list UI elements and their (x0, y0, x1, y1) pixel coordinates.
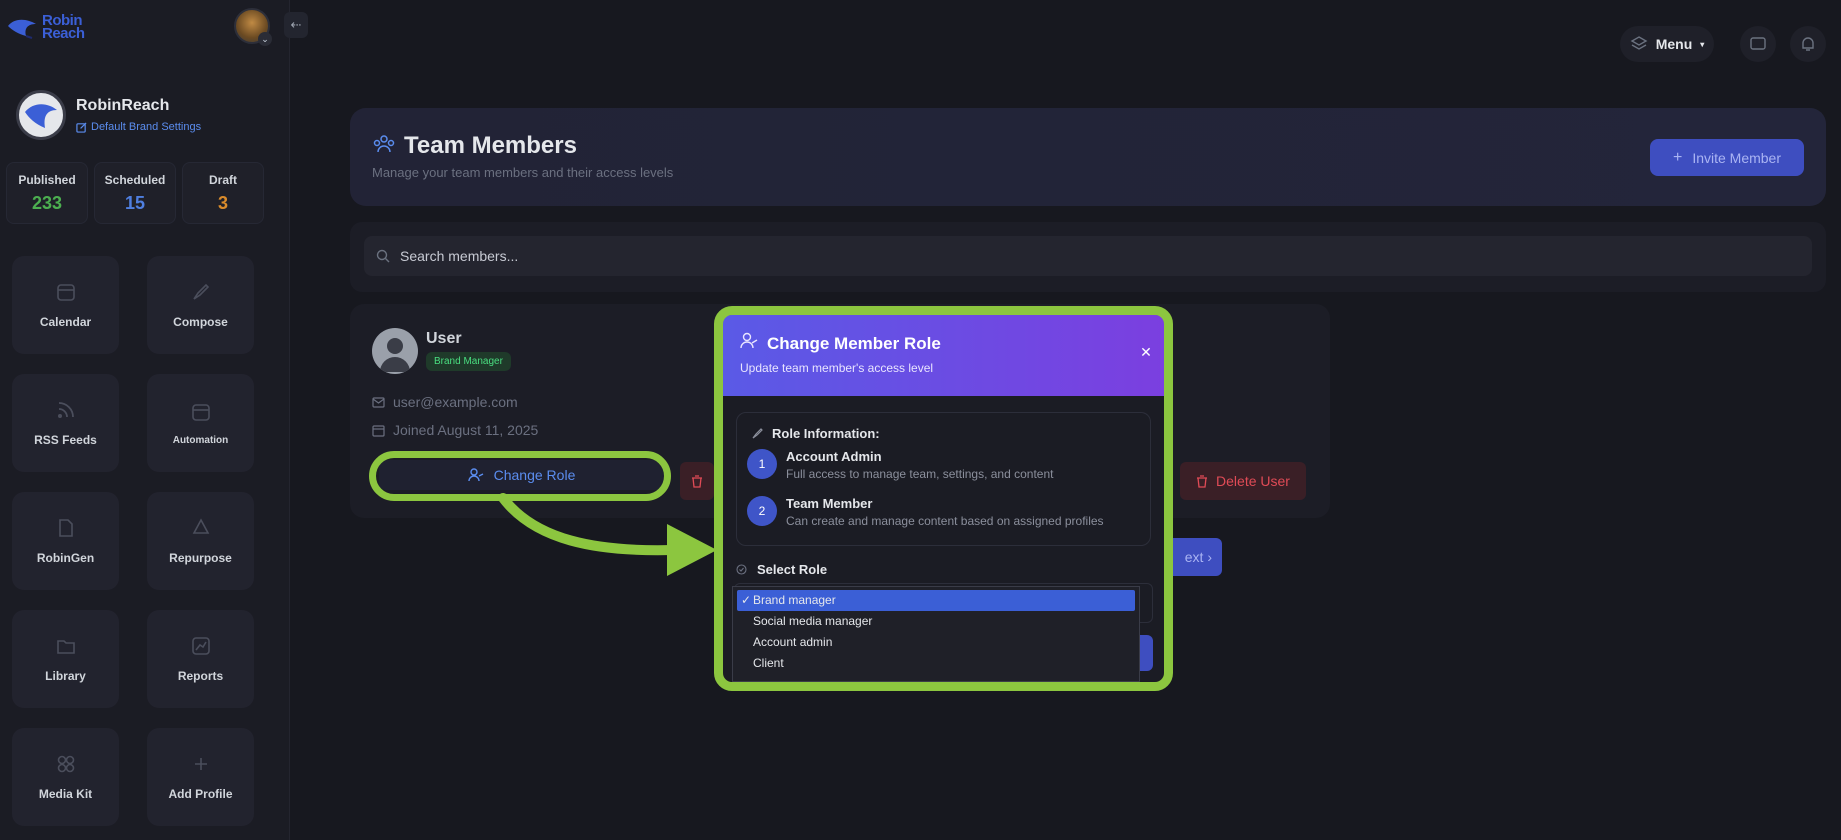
invite-member-button[interactable]: + Invite Member (1650, 139, 1804, 176)
nav-grid: Calendar Compose RSS Feeds Automation Ro… (12, 256, 254, 826)
user-avatar[interactable]: ⌄ (234, 8, 272, 46)
edit-icon (76, 121, 87, 133)
search-section (350, 222, 1826, 292)
caret-down-icon: ▾ (1700, 39, 1705, 49)
next-page-label: ext › (1184, 549, 1212, 565)
user-silhouette-icon (380, 338, 410, 372)
recycle-icon (192, 518, 209, 534)
stat-label: Scheduled (104, 173, 166, 187)
nav-rss-feeds[interactable]: RSS Feeds (12, 374, 119, 472)
message-icon (1750, 37, 1766, 50)
stat-published[interactable]: Published 233 (6, 162, 88, 224)
bell-icon (1802, 37, 1814, 51)
mail-icon (372, 396, 385, 408)
invite-member-label: Invite Member (1692, 149, 1782, 166)
chevron-down-icon: ⌄ (258, 32, 272, 46)
chart-icon (191, 637, 210, 655)
member-joined-row: Joined August 11, 2025 (372, 422, 538, 438)
stat-value: 15 (124, 193, 146, 213)
automation-icon (191, 403, 210, 421)
menu-label: Menu (1655, 36, 1693, 52)
stat-draft[interactable]: Draft 3 (182, 162, 264, 224)
calendar-icon (372, 424, 385, 437)
nav-label: Add Profile (168, 787, 233, 801)
profile-avatar[interactable] (16, 90, 66, 140)
profile-section: RobinReach Default Brand Settings (16, 90, 201, 140)
nav-add-profile[interactable]: Add Profile (147, 728, 254, 826)
stat-value: 233 (31, 193, 63, 213)
tutorial-arrow-icon (498, 493, 717, 576)
member-email-row: user@example.com (372, 394, 518, 410)
robin-logo-icon (25, 104, 57, 128)
nav-compose[interactable]: Compose (147, 256, 254, 354)
nav-label: Compose (173, 315, 228, 329)
stat-value: 3 (217, 193, 228, 213)
trash-icon (692, 474, 702, 488)
plus-icon (194, 758, 207, 770)
profile-name: RobinReach (76, 97, 170, 114)
stat-label: Draft (208, 173, 237, 187)
team-header: Team Members Manage your team members an… (350, 108, 1826, 206)
collapse-sidebar-button[interactable]: ⇠ (284, 12, 308, 38)
stat-scheduled[interactable]: Scheduled 15 (94, 162, 176, 224)
grid-icon (57, 755, 74, 773)
folder-icon (56, 640, 75, 654)
rss-icon (57, 402, 74, 418)
nav-media-kit[interactable]: Media Kit (12, 728, 119, 826)
logo-text: Robin Reach (42, 13, 85, 42)
team-icon (373, 135, 395, 153)
search-input[interactable] (400, 248, 1700, 264)
highlight-modal (714, 306, 1173, 691)
calendar-icon (56, 284, 75, 301)
profile-info: RobinReach Default Brand Settings (76, 97, 201, 133)
nav-label: Repurpose (169, 551, 232, 565)
delete-user-label: Delete User (1216, 473, 1290, 489)
rocket-icon (192, 283, 209, 300)
member-avatar (372, 328, 418, 374)
notifications-button[interactable] (1790, 26, 1826, 62)
logo-line2: Reach (42, 25, 85, 42)
stats-row: Published 233 Scheduled 15 Draft 3 (6, 162, 264, 224)
logo-bird-icon (8, 19, 36, 39)
default-brand-settings-link[interactable]: Default Brand Settings (76, 121, 201, 133)
page-title: Team Members (404, 132, 577, 159)
nav-repurpose[interactable]: Repurpose (147, 492, 254, 590)
member-joined: Joined August 11, 2025 (393, 422, 539, 438)
nav-label: RobinGen (36, 551, 95, 565)
plus-icon: + (1672, 148, 1683, 166)
nav-label: Reports (177, 669, 224, 683)
nav-library[interactable]: Library (12, 610, 119, 708)
member-email: user@example.com (393, 394, 518, 410)
layers-icon (1630, 36, 1648, 50)
default-brand-settings-label: Default Brand Settings (91, 121, 202, 133)
trash-icon (1197, 474, 1208, 488)
nav-label: Automation (172, 434, 229, 446)
nav-label: Calendar (39, 315, 92, 329)
nav-label: Library (45, 669, 86, 683)
robingen-icon (58, 519, 73, 537)
page-subtitle: Manage your team members and their acces… (372, 165, 674, 180)
nav-automation[interactable]: Automation (147, 374, 254, 472)
member-name: User (426, 330, 462, 347)
nav-reports[interactable]: Reports (147, 610, 254, 708)
nav-label: RSS Feeds (34, 433, 97, 447)
logo[interactable]: Robin Reach (6, 13, 85, 42)
nav-calendar[interactable]: Calendar (12, 256, 119, 354)
messages-button[interactable] (1740, 26, 1776, 62)
stat-label: Published (18, 173, 76, 187)
nav-label: Media Kit (38, 787, 93, 801)
search-box (364, 236, 1812, 276)
sidebar: Robin Reach ⌄ RobinReach Default Brand S… (0, 0, 290, 840)
nav-robingen[interactable]: RobinGen (12, 492, 119, 590)
menu-button[interactable]: Menu ▾ (1620, 26, 1714, 62)
search-icon (376, 249, 390, 263)
delete-user-button[interactable]: Delete User (1180, 462, 1306, 500)
role-badge: Brand Manager (426, 352, 511, 371)
